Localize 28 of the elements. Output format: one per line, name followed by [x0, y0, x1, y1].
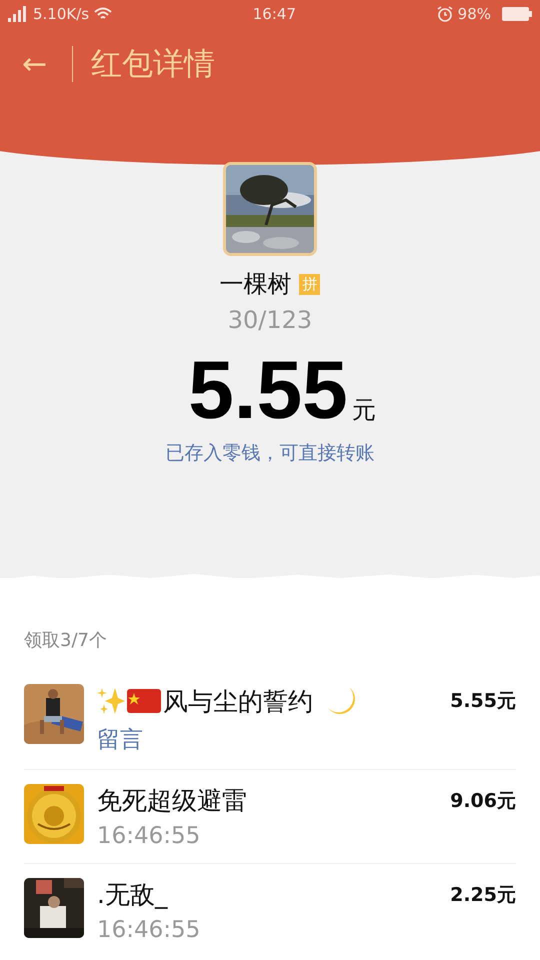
- sparkle-icon: [97, 686, 125, 716]
- amount-value: 5.55: [188, 344, 348, 438]
- user-name: 风与尘的誓约: [163, 686, 313, 718]
- clock: 16:47: [252, 5, 296, 23]
- wifi-icon: [94, 7, 112, 21]
- message-link[interactable]: 留言: [97, 724, 438, 755]
- user-avatar[interactable]: [24, 684, 84, 744]
- battery-icon: [502, 7, 532, 21]
- amount-unit: 元: [352, 395, 376, 426]
- claim-amount: 2.25元: [450, 883, 516, 908]
- user-name: .无敌_: [97, 879, 168, 911]
- deposit-note[interactable]: 已存入零钱，可直接转账: [165, 440, 374, 466]
- user-avatar[interactable]: [24, 878, 84, 938]
- signal-icon: [8, 6, 28, 22]
- claim-amount: 5.55元: [450, 689, 516, 714]
- battery-level: 98%: [458, 5, 491, 23]
- alarm-icon: [436, 6, 453, 22]
- claim-amount: 9.06元: [450, 789, 516, 814]
- network-speed: 5.10K/s: [33, 5, 90, 23]
- back-button[interactable]: ←: [22, 46, 72, 82]
- group-badge: 拼: [299, 274, 320, 294]
- flag-icon: [127, 689, 161, 713]
- user-name: 免死超级避雷: [97, 785, 247, 817]
- page-title: 红包详情: [91, 45, 215, 84]
- sender-name: 一棵树: [219, 269, 292, 300]
- claim-time: 16:46:55: [97, 823, 202, 849]
- claim-time: 16:46:55: [97, 917, 202, 943]
- claim-summary: 领取3/7个: [24, 629, 108, 652]
